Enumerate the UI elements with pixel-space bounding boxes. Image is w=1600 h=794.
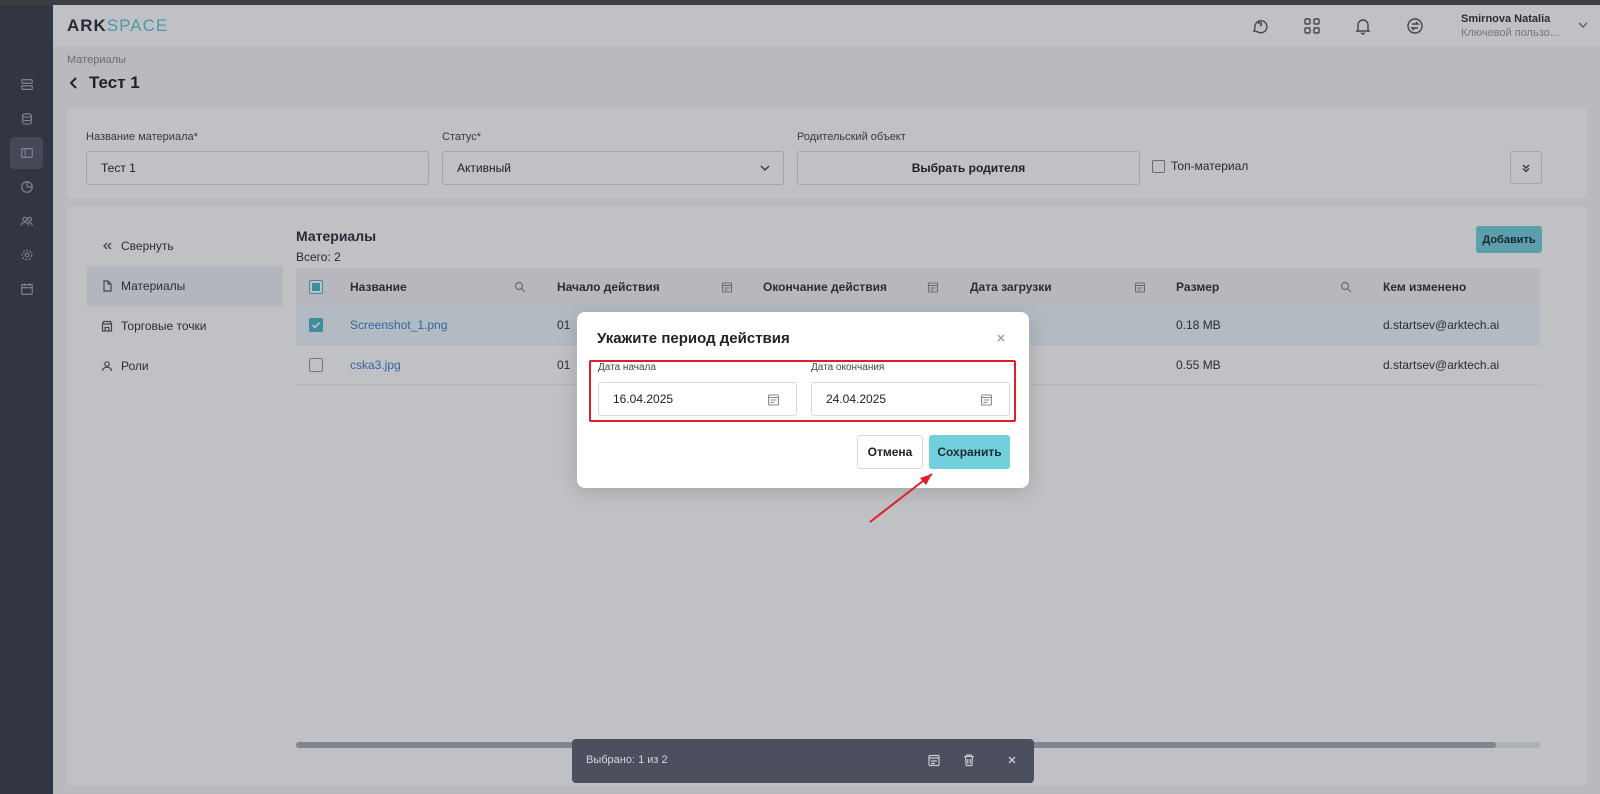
save-button[interactable]: Сохранить <box>929 435 1010 469</box>
annotation-arrow-icon <box>869 473 933 523</box>
start-date-input[interactable]: 16.04.2025 <box>598 382 797 416</box>
end-date-input[interactable]: 24.04.2025 <box>811 382 1010 416</box>
calendar-icon[interactable] <box>767 393 780 406</box>
dialog-title: Укажите период действия <box>597 330 790 347</box>
calendar-icon[interactable] <box>927 753 941 767</box>
period-dialog: Укажите период действия Дата начала 16.0… <box>577 312 1029 488</box>
close-icon[interactable] <box>1005 753 1019 767</box>
bulk-action-bar: Выбрано: 1 из 2 <box>572 739 1034 783</box>
cancel-button[interactable]: Отмена <box>857 435 923 469</box>
close-icon[interactable] <box>995 332 1007 344</box>
calendar-icon[interactable] <box>980 393 993 406</box>
selected-count: Выбрано: 1 из 2 <box>586 754 668 766</box>
start-date-label: Дата начала <box>598 362 656 373</box>
start-date-value: 16.04.2025 <box>613 392 674 406</box>
end-date-label: Дата окончания <box>811 362 885 373</box>
end-date-value: 24.04.2025 <box>826 392 887 406</box>
trash-icon[interactable] <box>962 753 976 767</box>
